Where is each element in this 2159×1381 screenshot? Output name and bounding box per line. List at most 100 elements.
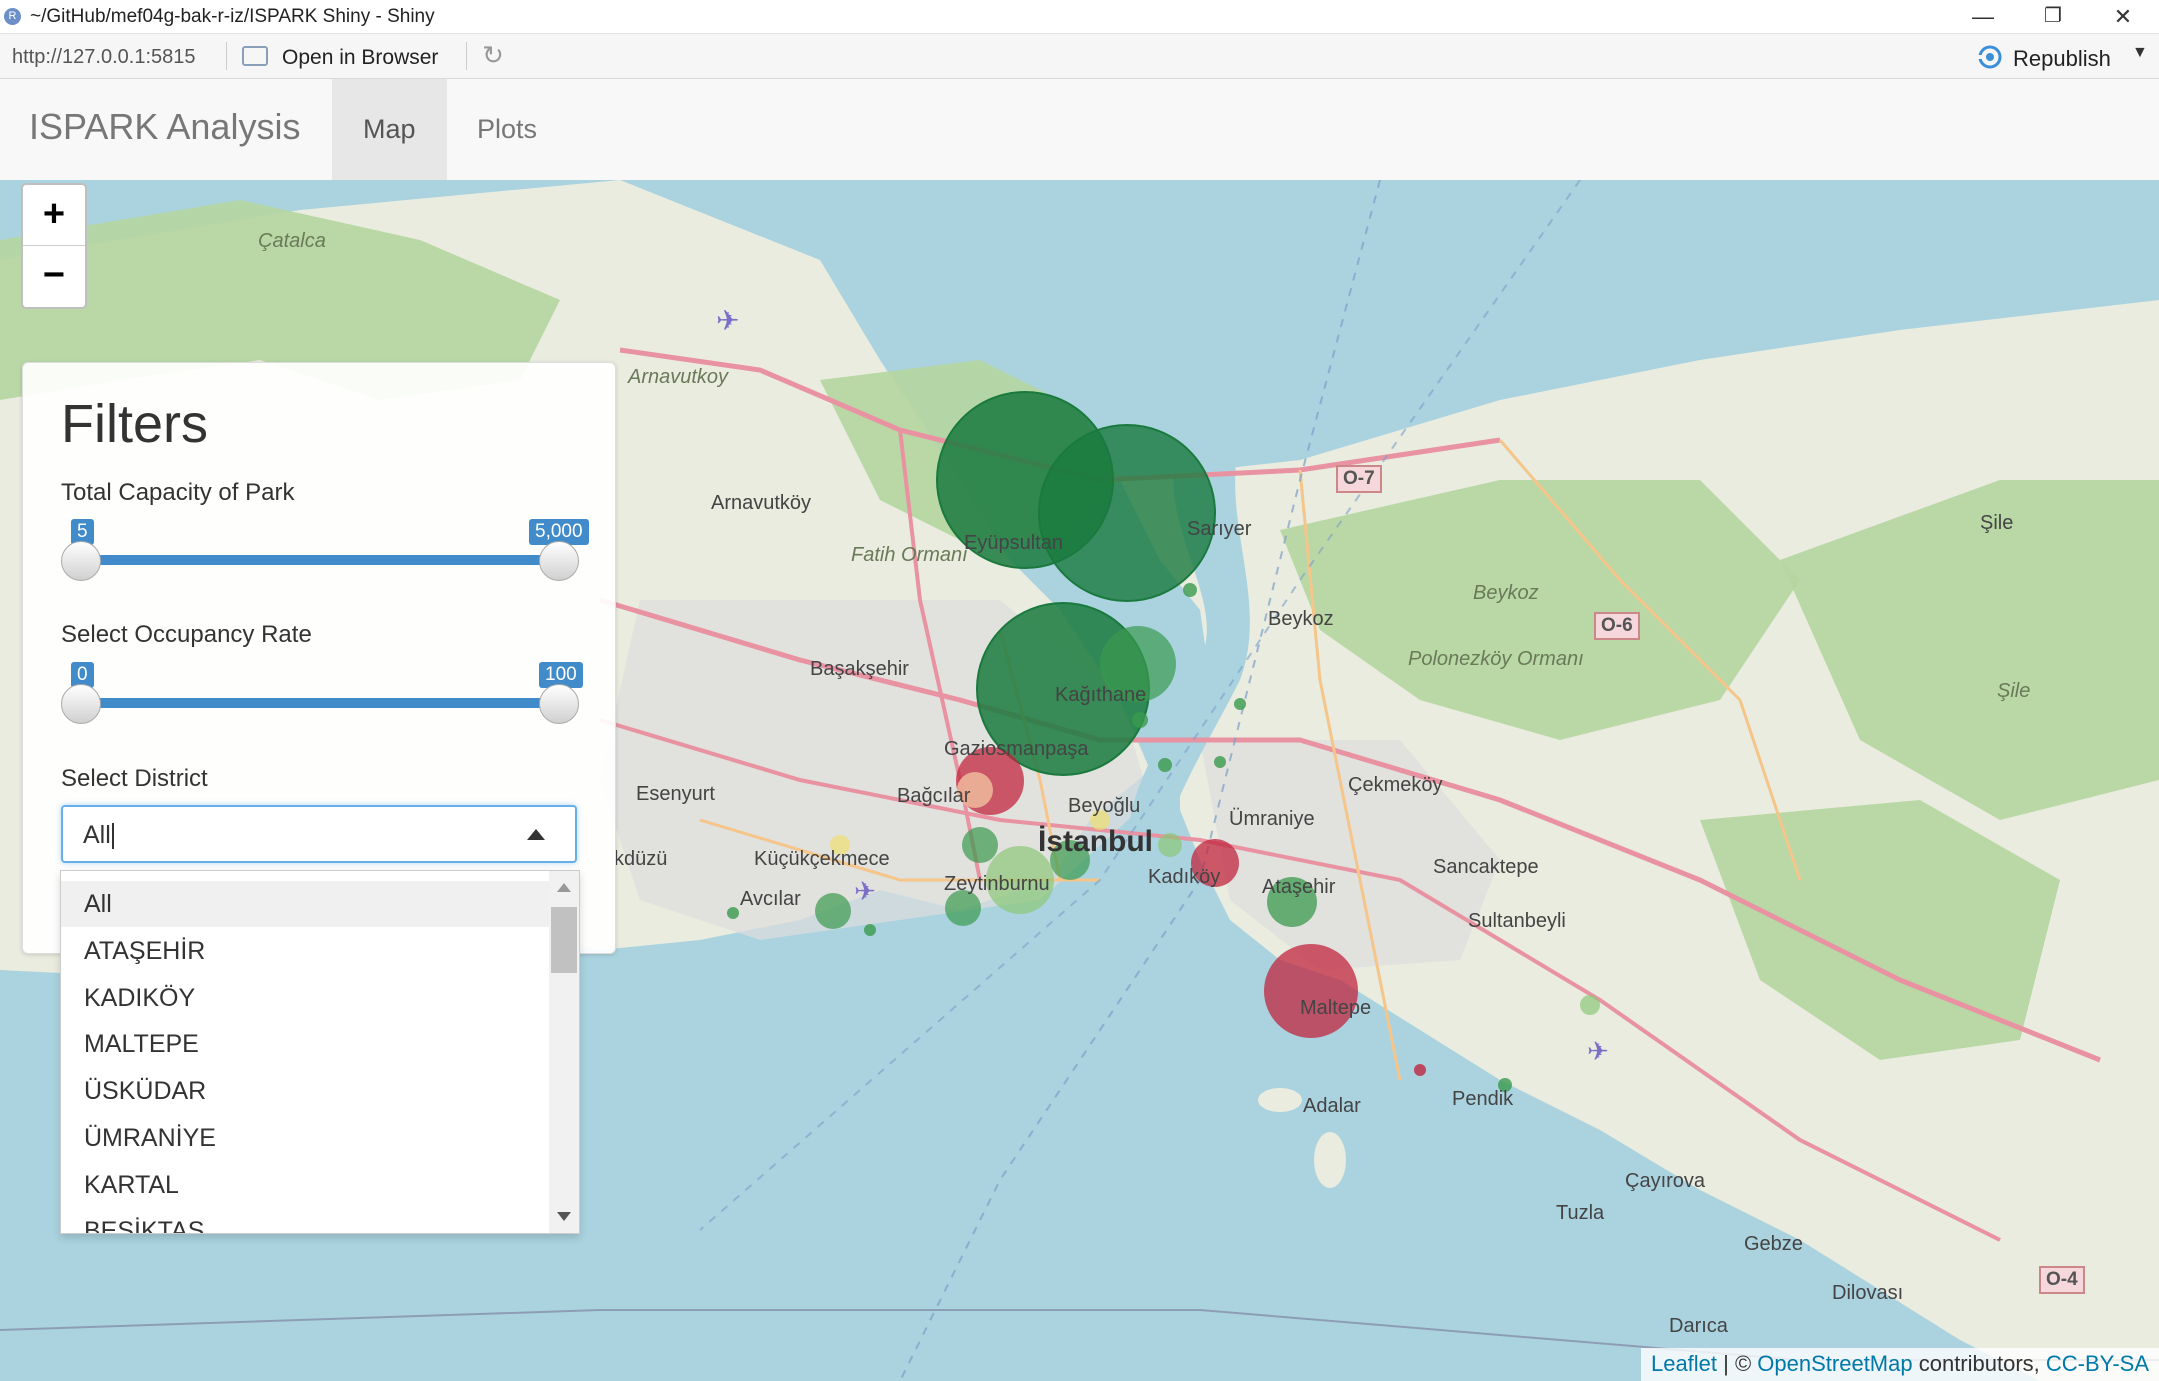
place-label: Kadıköy <box>1148 866 1221 888</box>
place-label: Küçükçekmece <box>754 848 890 870</box>
shiny-navbar: ISPARK Analysis Map Plots <box>0 79 2159 181</box>
attribution-separator: | © <box>1717 1351 1758 1376</box>
place-label: Sarıyer <box>1187 518 1252 540</box>
leaflet-link[interactable]: Leaflet <box>1651 1351 1717 1376</box>
place-label: Gaziosmanpaşa <box>944 738 1089 760</box>
place-label: Şile <box>1997 680 2031 702</box>
place-label: Başakşehir <box>810 658 909 680</box>
place-label: Arnavutkoy <box>628 366 729 388</box>
scroll-up-icon[interactable] <box>557 883 571 892</box>
capacity-slider[interactable]: 5 5,000 <box>59 519 589 581</box>
tab-plots[interactable]: Plots <box>446 79 568 180</box>
restore-button[interactable]: ❐ <box>2018 0 2088 33</box>
occupancy-label: Select Occupancy Rate <box>61 621 312 648</box>
place-label: Esenyurt <box>636 783 715 805</box>
svg-text:✈: ✈ <box>854 877 876 907</box>
open-in-browser-label: Open in Browser <box>282 46 439 69</box>
slider-handle-min[interactable] <box>61 541 101 581</box>
refresh-icon[interactable]: ↻ <box>478 40 508 70</box>
district-option[interactable]: BEŞİKTAŞ <box>61 1208 549 1233</box>
district-option[interactable]: ATAŞEHİR <box>61 928 549 974</box>
place-label: Avcılar <box>740 888 801 910</box>
place-label: Çatalca <box>258 230 326 252</box>
slider-handle-max[interactable] <box>539 684 579 724</box>
district-option[interactable]: ÜMRANİYE <box>61 1115 549 1161</box>
tab-map[interactable]: Map <box>332 79 447 180</box>
place-label: Maltepe <box>1300 997 1372 1019</box>
scrollbar-thumb[interactable] <box>551 907 577 973</box>
place-label: Arnavutköy <box>711 492 812 514</box>
place-label: Sultanbeyli <box>1468 910 1566 932</box>
district-option[interactable]: KARTAL <box>61 1162 549 1208</box>
app-brand: ISPARK Analysis <box>29 106 301 147</box>
svg-text:✈: ✈ <box>1587 1037 1609 1067</box>
slider-handle-max[interactable] <box>539 541 579 581</box>
map-attribution: Leaflet | © OpenStreetMap contributors, … <box>1640 1348 2159 1381</box>
place-label: Kağıthane <box>1055 684 1147 706</box>
filters-heading: Filters <box>61 394 208 454</box>
slider-handle-min[interactable] <box>61 684 101 724</box>
district-dropdown[interactable]: All ATAŞEHİR KADIKÖY MALTEPE ÜSKÜDAR ÜMR… <box>60 870 580 1234</box>
chevron-up-icon[interactable] <box>527 829 545 840</box>
place-label: Beyoğlu <box>1068 795 1141 817</box>
place-label: Ataşehir <box>1262 876 1336 898</box>
slider-track <box>81 698 559 708</box>
browser-window-icon <box>242 46 268 66</box>
place-label: Fatih Ormanı <box>851 544 968 566</box>
district-option[interactable]: All <box>61 881 549 927</box>
attribution-contributors: contributors, <box>1912 1351 2046 1376</box>
district-select-value[interactable]: All <box>83 821 114 850</box>
place-label: kdüzü <box>614 848 668 870</box>
slider-track <box>81 555 559 565</box>
place-label-city: İstanbul <box>1038 825 1154 858</box>
road-shield: O-7 <box>1336 465 1382 493</box>
toolbar-divider <box>466 42 467 70</box>
place-label: Tuzla <box>1556 1202 1605 1224</box>
occupancy-slider[interactable]: 0 100 <box>59 662 583 724</box>
place-label: Şile <box>1980 512 2014 534</box>
road-shield: O-4 <box>2039 1266 2085 1294</box>
place-label: Beykoz <box>1268 608 1334 630</box>
window-title: ~/GitHub/mef04g-bak-r-iz/ISPARK Shiny - … <box>30 6 435 27</box>
close-button[interactable]: ✕ <box>2088 0 2158 33</box>
district-label: Select District <box>61 765 208 792</box>
publish-icon <box>1977 45 2002 69</box>
place-label: Ümraniye <box>1229 808 1315 830</box>
place-label: Polonezköy Ormanı <box>1408 648 1584 670</box>
rstudio-app-icon: R <box>4 8 21 25</box>
district-option[interactable]: ÜSKÜDAR <box>61 1068 549 1114</box>
road-shield: O-6 <box>1594 612 1640 640</box>
zoom-out-button[interactable]: − <box>23 246 85 306</box>
district-select[interactable]: All <box>61 805 577 863</box>
zoom-in-button[interactable]: + <box>23 185 85 246</box>
place-label: Sancaktepe <box>1433 856 1539 878</box>
license-link[interactable]: CC-BY-SA <box>2046 1351 2149 1376</box>
place-label: Beykoz <box>1473 582 1539 604</box>
district-option[interactable]: KADIKÖY <box>61 975 549 1021</box>
zoom-control: + − <box>21 183 87 309</box>
dropdown-scrollbar[interactable] <box>549 871 579 1233</box>
place-label: Darıca <box>1669 1315 1728 1337</box>
place-label: Eyüpsultan <box>964 532 1063 554</box>
place-label: Pendik <box>1452 1088 1514 1110</box>
place-label: Adalar <box>1303 1095 1361 1117</box>
place-label: Bağcılar <box>897 785 971 807</box>
place-label: Zeytinburnu <box>944 873 1050 895</box>
republish-label: Republish <box>2013 46 2111 71</box>
url-display: http://127.0.0.1:5815 <box>12 46 196 68</box>
place-label: Dilovası <box>1832 1282 1904 1304</box>
place-label: Çayırova <box>1625 1170 1706 1192</box>
scroll-down-icon[interactable] <box>557 1212 571 1221</box>
capacity-label: Total Capacity of Park <box>61 479 295 506</box>
place-label: Çekmeköy <box>1348 774 1443 796</box>
viewer-toolbar: http://127.0.0.1:5815 Open in Browser ↻ … <box>0 34 2159 79</box>
toolbar-divider <box>226 42 227 70</box>
osm-link[interactable]: OpenStreetMap <box>1757 1351 1912 1376</box>
minimize-button[interactable]: — <box>1948 0 2018 33</box>
window-titlebar: R ~/GitHub/mef04g-bak-r-iz/ISPARK Shiny … <box>0 0 2159 34</box>
svg-text:✈: ✈ <box>716 304 739 337</box>
filters-panel: Filters Total Capacity of Park 5 5,000 S… <box>22 362 616 954</box>
district-option[interactable]: MALTEPE <box>61 1021 549 1067</box>
chevron-down-icon[interactable]: ▼ <box>2132 44 2148 62</box>
place-label: Gebze <box>1744 1233 1803 1255</box>
